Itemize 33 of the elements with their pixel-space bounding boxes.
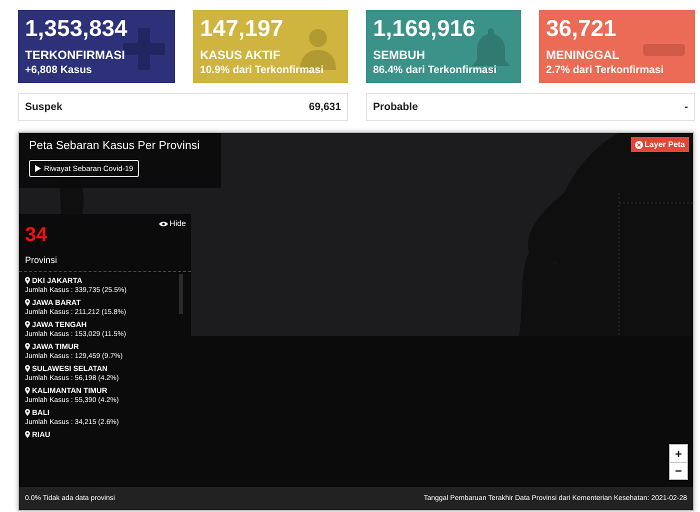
province-count-label: Provinsi xyxy=(25,255,58,265)
hide-button[interactable]: Hide xyxy=(158,219,186,228)
play-icon xyxy=(35,165,41,172)
summary-label: Probable xyxy=(373,101,418,113)
summary-label: Suspek xyxy=(25,101,62,113)
stat-subtext: 86.4% dari Terkonfirmasi xyxy=(373,64,497,76)
pin-icon xyxy=(25,343,30,350)
summary-value: - xyxy=(684,101,688,113)
eye-icon xyxy=(158,220,168,226)
pin-icon xyxy=(25,431,30,438)
stat-value: 1,353,834 xyxy=(25,15,128,41)
pin-icon xyxy=(25,365,30,372)
pin-icon xyxy=(25,409,30,416)
stat-label: KASUS AKTIF xyxy=(200,48,280,62)
stat-label: SEMBUH xyxy=(373,48,426,62)
stat-value: 147,197 xyxy=(200,15,284,41)
pin-icon xyxy=(25,387,30,394)
summary-value: 69,631 xyxy=(308,101,341,113)
stat-value: 36,721 xyxy=(546,15,618,41)
stat-label: MENINGGAL xyxy=(546,48,620,62)
layer-button[interactable]: Layer Peta xyxy=(630,137,689,152)
stat-value: 1,169,916 xyxy=(373,15,476,41)
stat-subtext: 10.9% dari Terkonfirmasi xyxy=(200,64,324,76)
province-count: 34 xyxy=(25,224,48,247)
map-title: Peta Sebaran Kasus Per Provinsi xyxy=(29,140,200,152)
close-icon xyxy=(634,140,643,148)
stat-subtext: 2.7% dari Terkonfirmasi xyxy=(546,64,664,76)
pin-icon xyxy=(25,299,30,306)
stat-label: TERKONFIRMASI xyxy=(25,48,125,62)
pin-icon xyxy=(25,321,30,328)
minus-icon xyxy=(643,44,685,56)
stat-subtext: +6,808 Kasus xyxy=(25,64,92,76)
pin-icon xyxy=(25,277,30,284)
